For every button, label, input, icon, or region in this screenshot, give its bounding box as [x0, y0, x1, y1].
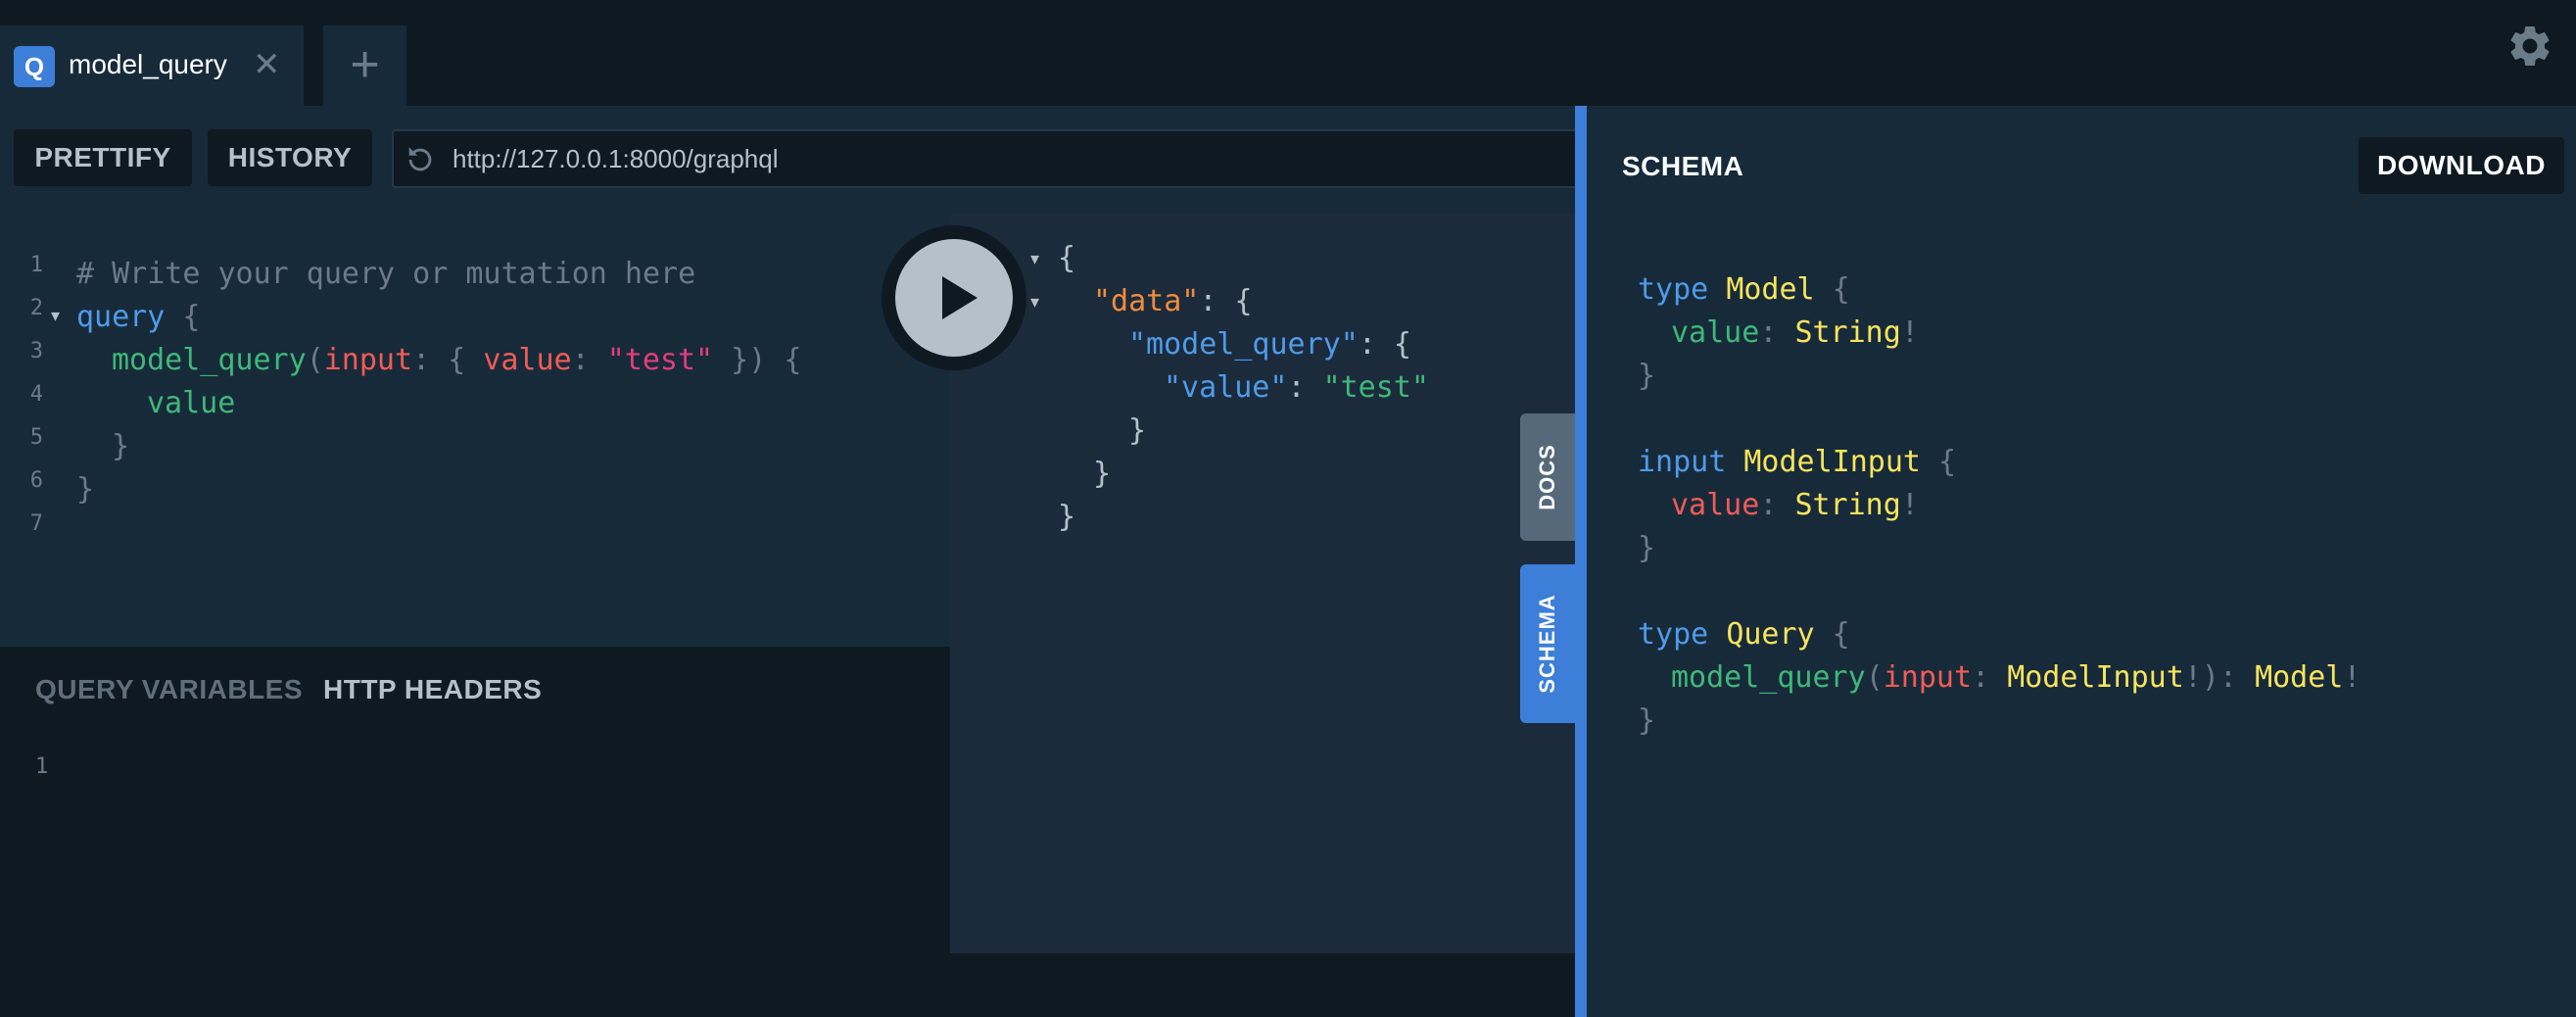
result-brace: }	[1128, 413, 1147, 448]
schema-line: type Model {	[1638, 272, 1850, 307]
result-pane: ▾ ▾ { "data": { "model_query": { "value"…	[950, 214, 1575, 953]
schema-line: model_query(input: ModelInput!): Model!	[1671, 660, 2361, 695]
line-number: 7	[29, 511, 43, 536]
result-key-value: "value"	[1164, 370, 1288, 405]
line-number: 4	[29, 382, 43, 407]
line-number: 5	[29, 425, 43, 450]
fold-arrow-icon[interactable]: ▾	[51, 306, 60, 326]
query-line-3: model_query(input: { value: "test" }) {	[112, 343, 802, 377]
operation-keyword: query	[76, 300, 166, 334]
query-arg: input	[323, 343, 413, 377]
tab-model-query[interactable]: Q model_query ✕	[0, 25, 304, 106]
result-line-data: "data": {	[1093, 284, 1253, 318]
schema-title: SCHEMA	[1622, 151, 1744, 181]
editor-toolbar: PRETTIFY HISTORY http://127.0.0.1:8000/g…	[0, 106, 1577, 214]
schema-tab[interactable]: SCHEMA	[1520, 564, 1575, 723]
query-tab-badge: Q	[14, 46, 55, 87]
result-key-data: "data"	[1093, 284, 1200, 318]
result-line-value: "value": "test"	[1164, 370, 1429, 405]
result-brace: }	[1058, 500, 1076, 534]
gear-icon[interactable]	[2505, 22, 2554, 71]
reload-icon[interactable]	[404, 143, 437, 176]
endpoint-url-bar[interactable]: http://127.0.0.1:8000/graphql	[392, 129, 1577, 188]
fold-arrow-icon[interactable]: ▾	[1030, 292, 1039, 313]
history-button[interactable]: HISTORY	[208, 129, 372, 186]
download-button[interactable]: DOWNLOAD	[2359, 137, 2564, 194]
type-name-model-input: ModelInput	[1743, 445, 1921, 479]
schema-line: }	[1638, 531, 1656, 565]
type-name-model: Model	[1726, 272, 1815, 307]
query-arg-value: "test"	[606, 343, 714, 377]
query-field: model_query	[112, 343, 307, 377]
closing-brace: }	[76, 472, 95, 507]
docs-tab-label: DOCS	[1535, 444, 1559, 510]
result-brace: {	[1058, 241, 1076, 275]
schema-line: value: String!	[1671, 488, 1919, 522]
variables-panel: QUERY VARIABLES HTTP HEADERS 1	[0, 647, 950, 1017]
schema-panel-border[interactable]	[1575, 106, 1587, 1017]
query-arg-key: value	[483, 343, 572, 377]
add-tab-button[interactable]: +	[323, 25, 406, 106]
schema-line: value: String!	[1671, 315, 1919, 350]
docs-tab[interactable]: DOCS	[1520, 413, 1575, 541]
tab-bar: Q model_query ✕ +	[0, 0, 2576, 106]
tab-query-variables[interactable]: QUERY VARIABLES	[35, 674, 303, 705]
schema-line: }	[1638, 359, 1656, 393]
run-button-wrap	[882, 225, 1026, 370]
line-number: 3	[29, 339, 43, 363]
line-number: 2	[29, 296, 43, 320]
closing-brace: }	[112, 429, 130, 463]
query-editor[interactable]: 1 2 3 4 5 6 7 ▾ # Write your query or mu…	[0, 214, 950, 647]
play-icon	[942, 276, 978, 319]
result-value: "test"	[1322, 370, 1429, 405]
schema-tab-label: SCHEMA	[1535, 594, 1559, 694]
type-name-query: Query	[1726, 617, 1815, 652]
fold-arrow-icon[interactable]: ▾	[1030, 249, 1039, 269]
endpoint-url-input[interactable]: http://127.0.0.1:8000/graphql	[453, 144, 779, 174]
query-selection: value	[147, 386, 236, 420]
query-line-2: query {	[76, 300, 201, 334]
line-number: 6	[29, 468, 43, 493]
query-comment: # Write your query or mutation here	[76, 257, 696, 291]
result-line-model-query: "model_query": {	[1128, 327, 1411, 362]
schema-line: input ModelInput {	[1638, 445, 1957, 479]
line-number: 1	[35, 754, 49, 779]
prettify-button[interactable]: PRETTIFY	[14, 129, 192, 186]
tab-http-headers[interactable]: HTTP HEADERS	[323, 674, 542, 705]
result-key-model-query: "model_query"	[1128, 327, 1359, 362]
close-icon[interactable]: ✕	[253, 45, 281, 84]
run-query-button[interactable]	[895, 239, 1013, 357]
schema-line: type Query {	[1638, 617, 1850, 652]
schema-panel: SCHEMA DOWNLOAD type Model { value: Stri…	[1587, 106, 2576, 1017]
line-number: 1	[29, 253, 43, 277]
tab-title: model_query	[69, 49, 227, 79]
schema-line: }	[1638, 703, 1656, 738]
result-brace: }	[1093, 457, 1112, 491]
